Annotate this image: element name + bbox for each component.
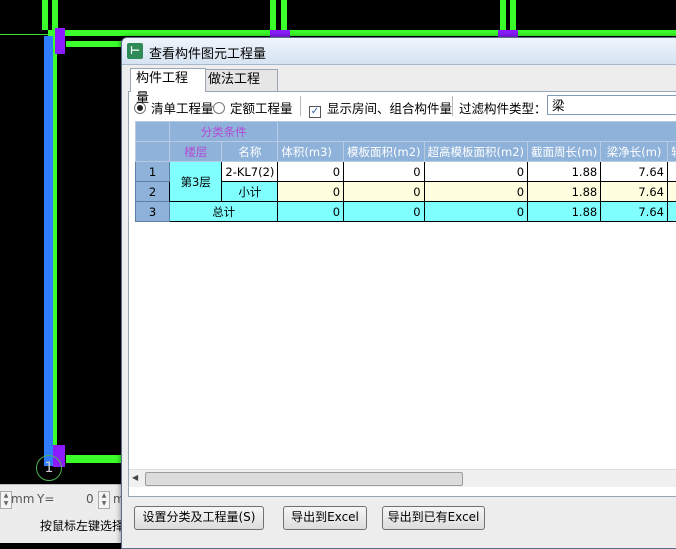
value-cell[interactable]: 7.64 xyxy=(601,162,668,182)
corner-cell xyxy=(136,142,170,162)
radio-label: 定额工程量 xyxy=(230,101,293,116)
value-cell[interactable]: 1.88 xyxy=(528,182,601,202)
row-number[interactable]: 1 xyxy=(136,162,170,182)
column-header[interactable]: 模板面积(m2) xyxy=(344,142,425,162)
status-hint: 按鼠标左键选择 xyxy=(40,517,124,534)
value-cell[interactable] xyxy=(667,162,676,182)
value-cell[interactable]: 1.88 xyxy=(528,162,601,182)
value-cell[interactable]: 0 xyxy=(278,202,344,222)
table-row[interactable]: 1 第3层 2-KL7(2) 0 0 0 1.88 7.64 xyxy=(136,162,676,182)
divider xyxy=(300,96,301,116)
checkbox-checked-icon: ✓ xyxy=(309,106,321,118)
wall-segment xyxy=(510,0,516,30)
tab-method-quantity[interactable]: 做法工程量 xyxy=(202,69,278,91)
wall-segment xyxy=(42,0,48,30)
wall-segment xyxy=(52,0,58,30)
total-cell[interactable]: 总计 xyxy=(170,202,278,222)
cad-status-area: ▲▼ mm Y= 0 ▲▼ m 按鼠标左键选择 xyxy=(0,484,130,543)
radio-empty-icon xyxy=(213,102,225,114)
coord-y-value[interactable]: 0 xyxy=(86,492,94,506)
value-cell[interactable]: 0 xyxy=(424,202,528,222)
column-header[interactable]: 截面周长(m) xyxy=(528,142,601,162)
column-header[interactable]: 楼层 xyxy=(170,142,222,162)
checkbox-label: 显示房间、组合构件量 xyxy=(327,101,452,116)
wall-segment xyxy=(500,0,506,30)
wall-segment xyxy=(53,36,57,466)
options-bar: 清单工程量 定额工程量 ✓ 显示房间、组合构件量 过滤构件类型： 梁 ▼ xyxy=(129,92,676,120)
column-marker xyxy=(55,28,65,54)
row-number[interactable]: 3 xyxy=(136,202,170,222)
coord-unit: mm xyxy=(11,492,34,506)
coordinate-input[interactable]: ▲▼ mm Y= 0 ▲▼ m xyxy=(0,489,130,511)
filter-type-select[interactable]: 梁 ▼ xyxy=(547,95,676,115)
coord-y-label: Y= xyxy=(37,492,54,506)
value-cell[interactable]: 7.64 xyxy=(601,202,668,222)
header-blank xyxy=(278,122,676,142)
beam-segment xyxy=(44,36,53,466)
table-row[interactable]: 3 总计 0 0 0 1.88 7.64 xyxy=(136,202,676,222)
column-header[interactable]: 超高模板面积(m2) xyxy=(424,142,528,162)
row-number[interactable]: 2 xyxy=(136,182,170,202)
column-header[interactable]: 梁净长(m) xyxy=(601,142,668,162)
value-cell[interactable] xyxy=(667,182,676,202)
column-header[interactable]: 名称 xyxy=(222,142,278,162)
wall-segment xyxy=(66,455,126,463)
app-icon: ⊢ xyxy=(127,43,143,59)
horizontal-scrollbar[interactable]: ◀ xyxy=(129,469,676,487)
radio-quota-quantity[interactable]: 定额工程量 xyxy=(213,98,293,117)
name-cell[interactable]: 小计 xyxy=(222,182,278,202)
export-existing-excel-button[interactable]: 导出到已有Excel xyxy=(382,506,485,530)
settings-button[interactable]: 设置分类及工程量(S) xyxy=(134,506,264,530)
column-header[interactable]: 体积(m3) xyxy=(278,142,344,162)
quantity-grid[interactable]: 分类条件 楼层 名称 体积(m3) 模板面积(m2) 超高模板面积(m2) 截面… xyxy=(135,121,676,438)
name-cell[interactable]: 2-KL7(2) xyxy=(222,162,278,182)
filter-value: 梁 xyxy=(552,98,565,113)
divider xyxy=(452,96,453,116)
value-cell[interactable]: 0 xyxy=(424,162,528,182)
column-header[interactable]: 轴线 xyxy=(667,142,676,162)
radio-label: 清单工程量 xyxy=(151,101,214,116)
value-cell[interactable] xyxy=(667,202,676,222)
axis-marker: 1 xyxy=(36,455,62,481)
filter-label: 过滤构件类型： xyxy=(459,98,547,117)
quantity-dialog: ⊢ 查看构件图元工程量 构件工程量 做法工程量 清单工程量 定额工程量 ✓ 显示房… xyxy=(121,37,676,549)
value-cell[interactable]: 0 xyxy=(278,182,344,202)
corner-cell xyxy=(136,122,170,142)
value-cell[interactable]: 0 xyxy=(344,162,425,182)
wall-segment xyxy=(48,30,676,36)
quantity-table: 分类条件 楼层 名称 体积(m3) 模板面积(m2) 超高模板面积(m2) 截面… xyxy=(135,121,676,222)
wall-segment xyxy=(270,0,276,30)
value-cell[interactable]: 0 xyxy=(344,202,425,222)
value-cell[interactable]: 0 xyxy=(424,182,528,202)
tab-panel: 清单工程量 定额工程量 ✓ 显示房间、组合构件量 过滤构件类型： 梁 ▼ 分类条件 xyxy=(128,91,676,497)
checkbox-show-room[interactable]: ✓ 显示房间、组合构件量 xyxy=(309,98,452,118)
wall-segment xyxy=(66,41,126,47)
title-bar[interactable]: ⊢ 查看构件图元工程量 xyxy=(122,38,676,65)
tab-component-quantity[interactable]: 构件工程量 xyxy=(130,68,206,92)
value-cell[interactable]: 0 xyxy=(344,182,425,202)
floor-cell[interactable]: 第3层 xyxy=(170,162,222,202)
group-header: 分类条件 xyxy=(170,122,278,142)
scroll-left-icon[interactable]: ◀ xyxy=(132,473,138,482)
value-cell[interactable]: 0 xyxy=(278,162,344,182)
scroll-thumb[interactable] xyxy=(145,472,463,486)
value-cell[interactable]: 7.64 xyxy=(601,182,668,202)
wall-segment xyxy=(281,0,287,30)
export-excel-button[interactable]: 导出到Excel xyxy=(283,506,367,530)
value-cell[interactable]: 1.88 xyxy=(528,202,601,222)
dialog-title: 查看构件图元工程量 xyxy=(149,43,266,62)
spinner-icon[interactable]: ▲▼ xyxy=(98,491,110,509)
